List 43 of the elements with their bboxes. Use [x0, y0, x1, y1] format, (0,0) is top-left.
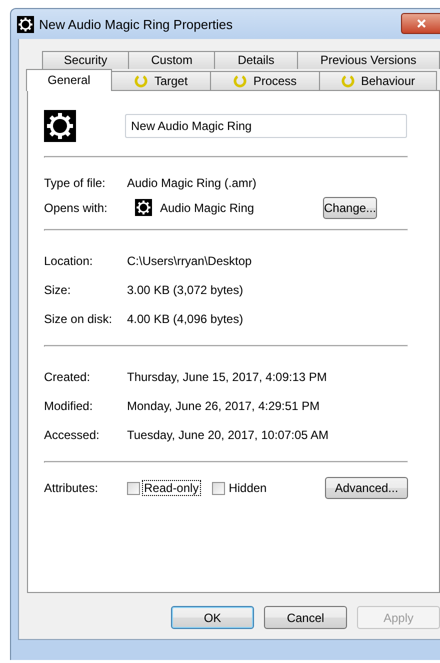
ring-icon [233, 74, 248, 88]
field-label: Size: [44, 282, 72, 296]
field-value: 4.00 KB (4,096 bytes) [127, 312, 244, 326]
tab[interactable]: Custom [128, 51, 216, 69]
field-value: Monday, June 26, 2017, 4:29:51 PM [127, 398, 320, 412]
tab[interactable]: Details [214, 51, 298, 69]
tab[interactable]: Process [210, 71, 320, 90]
change-button[interactable]: Change... [323, 196, 378, 218]
close-button[interactable] [401, 13, 440, 34]
field-value: Tuesday, June 20, 2017, 10:07:05 AM [127, 428, 328, 442]
field-value: Audio Magic Ring (.amr) [127, 176, 256, 190]
field-label: Attributes: [44, 481, 100, 495]
ring-icon [134, 74, 148, 88]
ring-icon [340, 74, 355, 88]
field-label: Type of file: [44, 176, 106, 190]
field-label: Accessed: [44, 428, 100, 442]
advanced-button[interactable]: Advanced... [325, 477, 408, 499]
checkbox-label[interactable]: Read-only [143, 481, 200, 495]
field-label: Size on disk: [44, 312, 114, 326]
checkbox[interactable] [127, 482, 140, 494]
field-value: Audio Magic Ring [160, 200, 254, 214]
field-label: Created: [44, 370, 92, 384]
field-label: Location: [44, 254, 94, 268]
field-value: C:\Users\rryan\Desktop [127, 254, 252, 268]
field-label: Modified: [44, 398, 94, 412]
tab[interactable]: Security [42, 51, 130, 69]
tab[interactable]: Behaviour [319, 71, 437, 90]
dialog-button[interactable]: OK [171, 606, 254, 629]
tab[interactable]: Previous Versions [296, 51, 440, 69]
field-value: Thursday, June 15, 2017, 4:09:13 PM [127, 370, 327, 384]
field-value: 3.00 KB (3,072 bytes) [127, 282, 244, 296]
tab[interactable]: General [26, 69, 112, 91]
field-label: Opens with: [44, 200, 108, 214]
close-icon [416, 19, 426, 28]
checkbox[interactable] [212, 482, 225, 494]
checkbox-label[interactable]: Hidden [228, 481, 268, 495]
app-icon [17, 16, 34, 32]
dialog-button[interactable]: Cancel [264, 606, 347, 629]
file-name-field[interactable]: New Audio Magic Ring [125, 114, 407, 138]
file-icon [44, 110, 76, 142]
app-icon [135, 199, 152, 216]
window-title: New Audio Magic Ring Properties [39, 16, 234, 32]
tab[interactable]: Target [111, 71, 211, 90]
